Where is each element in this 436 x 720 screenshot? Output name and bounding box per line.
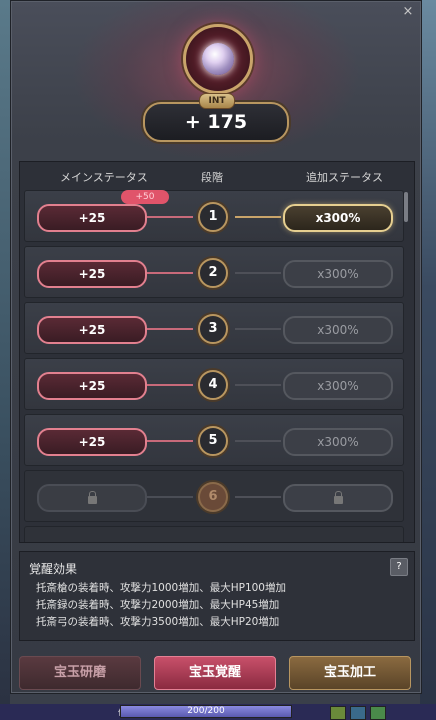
stage-row: +25 4 x300% <box>24 358 404 410</box>
close-button[interactable]: × <box>401 5 415 19</box>
connector <box>235 384 281 386</box>
game-hud-bar: 体力 200/200 <box>0 704 436 720</box>
stat-tag: INT <box>199 93 235 109</box>
main-stat-pill: +25 <box>37 428 147 456</box>
main-stat-pill-locked <box>37 484 147 512</box>
effect-line: 托斎槍の装着時、攻撃力1000増加、最大HP100増加 <box>36 582 286 594</box>
bonus-stat-pill: x300% <box>283 428 393 456</box>
stage-row: +25 2 x300% <box>24 246 404 298</box>
hud-check-icon[interactable] <box>370 706 386 720</box>
stage-row: +25 5 x300% <box>24 414 404 466</box>
connector <box>235 216 281 218</box>
bonus-stat-pill: x300% <box>283 316 393 344</box>
help-button[interactable]: ? <box>390 558 408 576</box>
connector <box>235 272 281 274</box>
hud-slot-icon[interactable] <box>330 706 346 720</box>
effect-line: 托斎録の装着時、攻撃力2000増加、最大HP45増加 <box>36 599 280 611</box>
column-header-main: メインステータス <box>60 171 148 184</box>
stage-row: +25 3 x300% <box>24 302 404 354</box>
gem-icon <box>202 43 234 75</box>
connector <box>235 440 281 442</box>
stage-row-locked: 6 <box>24 470 404 522</box>
hp-bar: 200/200 <box>120 705 292 718</box>
bonus-stat-pill: x300% <box>283 260 393 288</box>
main-stat-pill: +25 <box>37 260 147 288</box>
stage-row: +25 +50 1 x300% <box>24 190 404 242</box>
lock-icon <box>87 491 97 504</box>
connector <box>147 216 193 218</box>
stage-number: 4 <box>198 370 228 400</box>
main-stat-pill: +25 <box>37 372 147 400</box>
lock-icon <box>333 491 343 504</box>
gem-awaken-button[interactable]: 宝玉覚醒 <box>154 656 276 690</box>
stage-number: 1 <box>198 202 228 232</box>
connector <box>235 496 281 498</box>
effect-title: 覚醒効果 <box>29 562 78 576</box>
main-stat-pill: +25 <box>37 204 147 232</box>
bonus-stat-pill: x300% <box>283 372 393 400</box>
awakening-effect-panel: 覚醒効果 ? 托斎槍の装着時、攻撃力1000増加、最大HP100増加 托斎録の装… <box>19 551 415 641</box>
connector <box>147 328 193 330</box>
connector <box>235 328 281 330</box>
stage-number: 3 <box>198 314 228 344</box>
gem-awakening-window: × + 175 INT メインステータス 段階 追加ステータス +25 +50 … <box>10 0 422 694</box>
gem-slot <box>183 24 253 94</box>
connector <box>147 496 193 498</box>
bonus-badge: +50 <box>121 190 169 204</box>
column-header-bonus: 追加ステータス <box>306 171 383 184</box>
hud-slot-icon[interactable] <box>350 706 366 720</box>
connector <box>147 384 193 386</box>
stage-table: メインステータス 段階 追加ステータス +25 +50 1 x300% +25 … <box>19 161 415 543</box>
gem-process-button[interactable]: 宝玉加工 <box>289 656 411 690</box>
connector <box>147 440 193 442</box>
background-left <box>0 0 10 720</box>
stage-number: 2 <box>198 258 228 288</box>
column-header-stage: 段階 <box>201 171 223 184</box>
table-scrollbar[interactable] <box>404 192 408 222</box>
gem-polish-button[interactable]: 宝玉研磨 <box>19 656 141 690</box>
stage-number: 6 <box>198 482 228 512</box>
effect-line: 托斎弓の装着時、攻撃力3500増加、最大HP20増加 <box>36 616 280 628</box>
bonus-stat-pill: x300% <box>283 204 393 232</box>
stage-number: 5 <box>198 426 228 456</box>
bonus-stat-pill-locked <box>283 484 393 512</box>
background-right <box>420 0 436 720</box>
main-stat-pill: +25 <box>37 316 147 344</box>
stage-row-locked <box>24 526 404 542</box>
connector <box>147 272 193 274</box>
